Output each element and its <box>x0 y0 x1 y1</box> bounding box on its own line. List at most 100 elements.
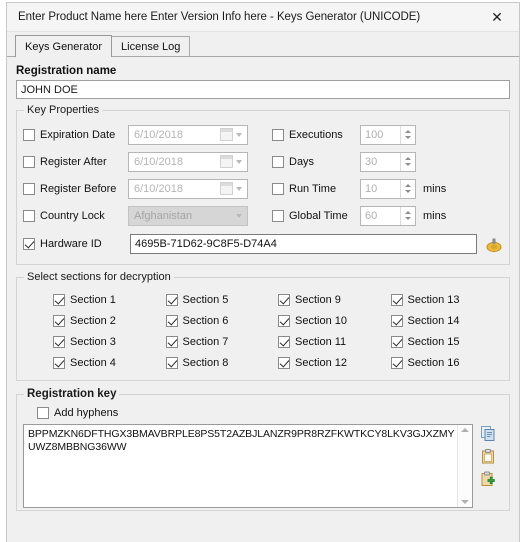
section-label: Section 9 <box>295 293 341 306</box>
run-time-stepper[interactable]: 10 <box>360 178 416 199</box>
stepper-buttons[interactable] <box>400 179 415 198</box>
stepper-down-icon[interactable] <box>405 190 411 193</box>
country-lock-value: Afghanistan <box>134 209 193 222</box>
section-label: Section 5 <box>182 293 229 306</box>
key-property-row-register-after: Register After 6/10/2018 Days 30 <box>23 148 503 175</box>
country-lock-select[interactable]: Afghanistan <box>128 205 248 226</box>
register-after-input[interactable]: 6/10/2018 <box>128 151 248 172</box>
paste-icon[interactable] <box>480 448 497 465</box>
keys-generator-window: Enter Product Name here Enter Version In… <box>6 2 520 542</box>
section-checkbox-3[interactable]: Section 3 <box>53 331 166 352</box>
section-label: Section 2 <box>70 314 116 327</box>
section-label: Section 16 <box>407 356 460 369</box>
checkbox-box <box>390 356 403 369</box>
section-checkbox-1[interactable]: Section 1 <box>53 289 166 310</box>
stepper-up-icon[interactable] <box>405 184 411 187</box>
register-before-input[interactable]: 6/10/2018 <box>128 178 248 199</box>
add-hyphens-checkbox[interactable]: Add hyphens <box>37 407 503 419</box>
days-stepper[interactable]: 30 <box>360 151 416 172</box>
fingerprint-icon[interactable] <box>485 235 503 253</box>
stepper-up-icon[interactable] <box>405 130 411 133</box>
run-time-unit: mins <box>423 182 447 195</box>
scroll-down-icon[interactable] <box>461 500 469 504</box>
add-to-clipboard-icon[interactable] <box>480 471 497 488</box>
copy-icon[interactable] <box>480 425 497 442</box>
stepper-up-icon[interactable] <box>405 157 411 160</box>
section-checkbox-16[interactable]: Section 16 <box>390 352 504 373</box>
checkbox-box <box>23 238 35 250</box>
stepper-buttons[interactable] <box>400 125 415 144</box>
key-properties-label: Key Properties <box>24 104 103 116</box>
checkbox-box <box>272 155 284 168</box>
section-checkbox-4[interactable]: Section 4 <box>53 352 166 373</box>
section-label: Section 4 <box>70 356 116 369</box>
registration-key-tools <box>473 419 503 508</box>
section-checkbox-8[interactable]: Section 8 <box>165 352 279 373</box>
registration-key-body: BPPMZKN6DFTHGX3BMAVBRPLE8PS5T2AZBJLANZR9… <box>23 419 503 508</box>
section-label: Section 12 <box>295 356 347 369</box>
section-label: Section 11 <box>295 335 347 348</box>
section-checkbox-11[interactable]: Section 11 <box>278 331 391 352</box>
run-time-label: Run Time <box>289 182 337 195</box>
stepper-down-icon[interactable] <box>405 136 411 139</box>
register-before-checkbox[interactable]: Register Before <box>23 182 128 195</box>
executions-stepper[interactable]: 100 <box>360 124 416 145</box>
section-checkbox-9[interactable]: Section 9 <box>278 289 391 310</box>
run-time-value: 10 <box>365 182 378 195</box>
section-checkbox-15[interactable]: Section 15 <box>390 331 504 352</box>
hardware-id-checkbox[interactable]: Hardware ID <box>23 238 128 250</box>
stepper-down-icon[interactable] <box>405 163 411 166</box>
close-icon[interactable]: ✕ <box>475 3 519 31</box>
key-property-row-country-lock: Country Lock Afghanistan Global Time 60 <box>23 202 503 229</box>
country-lock-checkbox[interactable]: Country Lock <box>23 209 128 222</box>
days-checkbox[interactable]: Days <box>272 155 360 168</box>
checkbox-box <box>53 293 65 306</box>
stepper-buttons[interactable] <box>400 152 415 171</box>
section-checkbox-5[interactable]: Section 5 <box>165 289 279 310</box>
expiration-date-input[interactable]: 6/10/2018 <box>128 124 248 145</box>
window-title: Enter Product Name here Enter Version In… <box>18 11 421 23</box>
registration-name-input[interactable]: JOHN DOE <box>16 80 510 99</box>
registration-key-value: BPPMZKN6DFTHGX3BMAVBRPLE8PS5T2AZBJLANZR9… <box>28 428 455 453</box>
global-time-unit: mins <box>423 209 447 222</box>
checkbox-box <box>53 314 65 327</box>
title-bar: Enter Product Name here Enter Version In… <box>7 3 519 32</box>
chevron-down-icon[interactable] <box>236 186 242 191</box>
section-checkbox-10[interactable]: Section 10 <box>278 310 391 331</box>
checkbox-box <box>272 209 284 222</box>
expiration-date-checkbox[interactable]: Expiration Date <box>23 128 128 141</box>
registration-key-scrollbar[interactable] <box>457 425 472 507</box>
checkbox-box <box>390 335 403 348</box>
chevron-down-icon[interactable] <box>236 159 242 164</box>
section-checkbox-14[interactable]: Section 14 <box>390 310 504 331</box>
stepper-down-icon[interactable] <box>405 217 411 220</box>
checkbox-box <box>53 356 65 369</box>
section-checkbox-13[interactable]: Section 13 <box>390 289 504 310</box>
register-after-checkbox[interactable]: Register After <box>23 155 128 168</box>
global-time-checkbox[interactable]: Global Time <box>272 209 360 222</box>
executions-label: Executions <box>289 128 343 141</box>
checkbox-box <box>272 128 284 141</box>
checkbox-box <box>23 182 35 195</box>
hardware-id-input[interactable]: 4695B-71D62-9C8F5-D74A4 <box>130 234 477 254</box>
section-checkbox-2[interactable]: Section 2 <box>53 310 166 331</box>
global-time-stepper[interactable]: 60 <box>360 205 416 226</box>
chevron-down-icon[interactable] <box>236 132 242 137</box>
chevron-down-icon[interactable] <box>236 213 242 218</box>
registration-key-textarea[interactable]: BPPMZKN6DFTHGX3BMAVBRPLE8PS5T2AZBJLANZR9… <box>23 424 473 508</box>
executions-checkbox[interactable]: Executions <box>272 128 360 141</box>
tab-license-log[interactable]: License Log <box>111 36 191 56</box>
scroll-up-icon[interactable] <box>461 428 469 432</box>
checkbox-box <box>23 128 35 141</box>
section-checkbox-12[interactable]: Section 12 <box>278 352 391 373</box>
stepper-buttons[interactable] <box>400 206 415 225</box>
expiration-date-value: 6/10/2018 <box>134 128 183 141</box>
checkbox-box <box>23 155 35 168</box>
run-time-checkbox[interactable]: Run Time <box>272 182 360 195</box>
checkbox-box <box>390 314 403 327</box>
tab-keys-generator[interactable]: Keys Generator <box>15 35 113 57</box>
stepper-up-icon[interactable] <box>405 211 411 214</box>
section-checkbox-6[interactable]: Section 6 <box>165 310 279 331</box>
calendar-icon <box>220 155 233 168</box>
section-checkbox-7[interactable]: Section 7 <box>165 331 279 352</box>
